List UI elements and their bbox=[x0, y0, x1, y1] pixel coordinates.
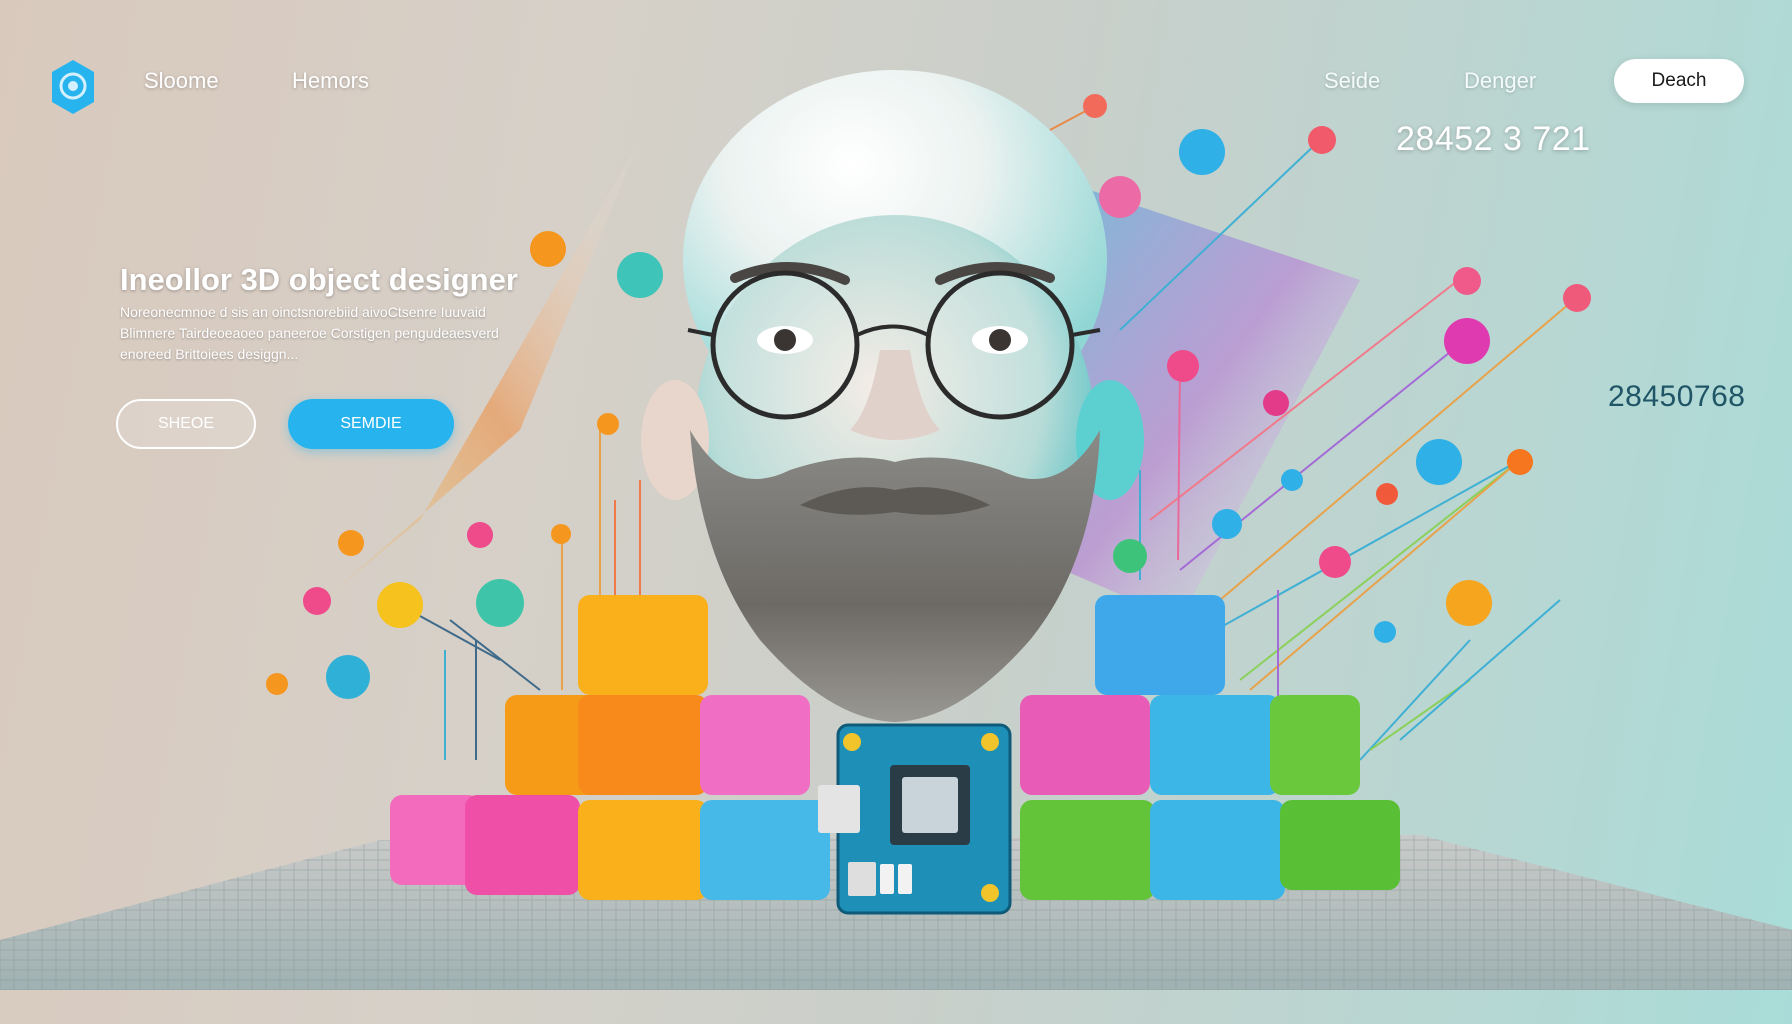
hero-description: Noreonecmnoe d sis an oinctsnorebiid aiv… bbox=[120, 304, 499, 362]
rose-logo-icon bbox=[52, 60, 94, 114]
search-button[interactable]: Deach bbox=[1614, 59, 1744, 103]
stat-side-value: 28450768 bbox=[1608, 380, 1746, 413]
brand-logo[interactable] bbox=[48, 58, 98, 116]
nav-link-seide[interactable]: Seide bbox=[1324, 68, 1380, 94]
secondary-cta-button[interactable]: SHEOE bbox=[116, 399, 256, 449]
nav-link-hemors[interactable]: Hemors bbox=[292, 68, 369, 94]
toy-cubes-right bbox=[1020, 595, 1400, 900]
nav-link-denger[interactable]: Denger bbox=[1464, 68, 1536, 94]
stat-top-value: 28452 3 721 bbox=[1396, 120, 1591, 158]
landing-page: Sloome Hemors Seide Denger Deach 28452 3… bbox=[0, 0, 1792, 1024]
designer-portrait bbox=[641, 70, 1144, 722]
primary-cta-button[interactable]: SEMDIE bbox=[288, 399, 454, 449]
nav-link-sloome[interactable]: Sloome bbox=[144, 68, 219, 94]
hero-headline: Ineollor 3D object designer bbox=[120, 262, 518, 297]
circuit-board bbox=[818, 723, 1012, 915]
